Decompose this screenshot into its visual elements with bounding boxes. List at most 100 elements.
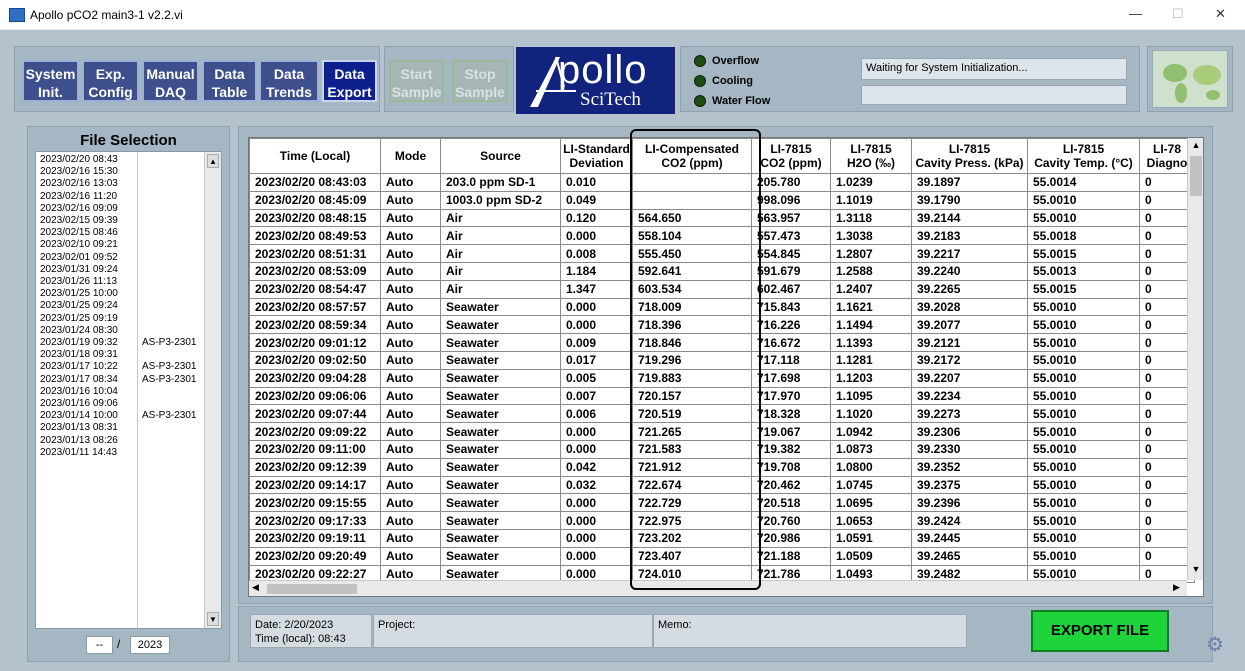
manual-daq-button[interactable]: Manual DAQ <box>142 60 199 102</box>
table-cell: 55.0010 <box>1027 546 1140 566</box>
memo-label: Memo: <box>658 619 692 631</box>
table-cell: 0.049 <box>560 190 633 210</box>
file-list-item[interactable]: 2023/01/25 09:24 <box>40 300 118 311</box>
scroll-down-icon[interactable]: ▼ <box>207 612 219 626</box>
gear-icon[interactable]: ⚙ <box>1206 632 1224 657</box>
apollo-logo: pollo SciTech <box>516 47 675 114</box>
maximize-button[interactable]: ☐ <box>1172 6 1184 22</box>
file-list-item[interactable]: 2023/01/25 10:00 <box>40 288 118 299</box>
file-list-item[interactable]: 2023/02/16 15:30 <box>40 166 118 177</box>
table-row[interactable]: 2023/02/20 09:17:33 Auto Seawater 0.000 722.… <box>249 511 1195 530</box>
table-cell: 39.2234 <box>911 386 1028 406</box>
table-row[interactable]: 2023/02/20 09:06:06 Auto Seawater 0.007 720.… <box>249 386 1195 406</box>
table-cell: 1.0695 <box>830 493 912 513</box>
table-row[interactable]: 2023/02/20 09:19:11 Auto Seawater 0.000 723.… <box>249 528 1195 548</box>
table-cell: 39.1790 <box>911 190 1028 210</box>
data-trends-button[interactable]: Data Trends <box>259 60 319 102</box>
file-list-item[interactable]: 2023/02/01 09:52 <box>40 252 118 263</box>
file-list-item[interactable]: 2023/02/20 08:43 <box>40 154 118 165</box>
table-row[interactable]: 2023/02/20 08:57:57 Auto Seawater 0.000 718.… <box>249 297 1195 317</box>
file-list-item[interactable]: 2023/01/17 10:22 <box>40 361 118 372</box>
table-scroll-right-icon[interactable]: ▶ <box>1173 582 1180 593</box>
table-row[interactable]: 2023/02/20 09:01:12 Auto Seawater 0.009 718.… <box>249 333 1195 352</box>
table-cell: Auto <box>380 511 441 530</box>
file-list-item[interactable]: 2023/01/13 08:31 <box>40 422 118 433</box>
table-cell: 721.188 <box>751 546 831 566</box>
data-export-button[interactable]: Data Export <box>322 60 377 102</box>
table-cell: 2023/02/20 09:02:50 <box>249 350 381 370</box>
table-row[interactable]: 2023/02/20 09:20:49 Auto Seawater 0.000 723.… <box>249 546 1195 566</box>
table-cell: 1.0745 <box>830 475 912 495</box>
file-list-item[interactable]: 2023/01/16 10:04 <box>40 386 118 397</box>
table-row[interactable]: 2023/02/20 08:48:15 Auto Air 0.120 564.650 56… <box>249 208 1195 228</box>
table-cell: 55.0010 <box>1027 475 1140 495</box>
table-row[interactable]: 2023/02/20 09:11:00 Auto Seawater 0.000 721.… <box>249 439 1195 459</box>
file-list[interactable]: 2023/02/20 08:43 2023/02/16 15:30 2023/02/… <box>35 151 222 629</box>
file-selection-title: File Selection <box>80 132 177 149</box>
table-row[interactable]: 2023/02/20 08:43:03 Auto 203.0 ppm SD-1 0.0… <box>249 173 1195 192</box>
table-vscroll-thumb[interactable] <box>1190 156 1202 196</box>
table-scroll-down-icon[interactable]: ▼ <box>1190 564 1202 578</box>
table-cell: Seawater <box>440 350 561 370</box>
minimize-button[interactable]: — <box>1129 6 1142 21</box>
file-list-item[interactable]: 2023/01/18 09:31 <box>40 349 118 360</box>
table-cell: 2023/02/20 09:19:11 <box>249 528 381 548</box>
table-scroll-left-icon[interactable]: ◀ <box>252 582 259 593</box>
project-box[interactable]: Project: <box>373 614 653 648</box>
table-hscroll-thumb[interactable] <box>267 584 357 594</box>
file-list-item[interactable]: 2023/01/17 08:34 <box>40 374 118 385</box>
scroll-up-icon[interactable]: ▲ <box>207 154 219 168</box>
memo-box[interactable]: Memo: <box>653 614 967 648</box>
table-row[interactable]: 2023/02/20 09:15:55 Auto Seawater 0.000 722.… <box>249 493 1195 513</box>
table-hscrollbar[interactable]: ◀ ▶ <box>249 580 1187 596</box>
table-row[interactable]: 2023/02/20 08:59:34 Auto Seawater 0.000 718.… <box>249 315 1195 335</box>
file-list-item[interactable]: 2023/02/15 08:46 <box>40 227 118 238</box>
column-header: LI-Standard Deviation <box>560 138 633 174</box>
table-row[interactable]: 2023/02/20 09:07:44 Auto Seawater 0.006 720.… <box>249 404 1195 424</box>
file-list-item[interactable]: 2023/01/14 10:00 <box>40 410 118 421</box>
month-input[interactable]: -- <box>86 636 113 654</box>
file-list-item[interactable]: 2023/01/11 14:43 <box>40 447 117 458</box>
file-list-item-tag: AS-P3-2301 <box>142 337 197 348</box>
file-list-item[interactable]: 2023/01/26 11:13 <box>40 276 117 287</box>
globe-icon <box>1152 50 1228 108</box>
table-row[interactable]: 2023/02/20 08:45:09 Auto 1003.0 ppm SD-2 0.… <box>249 190 1195 210</box>
close-button[interactable]: ✕ <box>1215 6 1226 22</box>
exp-config-button[interactable]: Exp. Config <box>82 60 139 102</box>
table-row[interactable]: 2023/02/20 08:51:31 Auto Air 0.008 555.450 55… <box>249 244 1195 263</box>
table-row[interactable]: 2023/02/20 09:14:17 Auto Seawater 0.032 722.… <box>249 475 1195 495</box>
table-vscrollbar[interactable]: ▲ ▼ <box>1187 138 1203 580</box>
table-row[interactable]: 2023/02/20 09:04:28 Auto Seawater 0.005 719.… <box>249 368 1195 388</box>
table-cell: 1.1020 <box>830 404 912 424</box>
file-list-item[interactable]: 2023/02/16 11:20 <box>40 191 117 202</box>
table-cell: 2023/02/20 09:11:00 <box>249 439 381 459</box>
file-list-item[interactable]: 2023/02/10 09:21 <box>40 239 118 250</box>
table-cell: Seawater <box>440 368 561 388</box>
export-file-button[interactable]: EXPORT FILE <box>1031 610 1169 652</box>
file-list-item[interactable]: 2023/01/31 09:24 <box>40 264 118 275</box>
table-row[interactable]: 2023/02/20 08:54:47 Auto Air 1.347 603.534 60… <box>249 279 1195 299</box>
start-sample-button[interactable]: Start Sample <box>389 60 444 102</box>
file-list-item[interactable]: 2023/02/16 09:09 <box>40 203 118 214</box>
file-list-item[interactable]: 2023/01/25 09:19 <box>40 313 118 324</box>
status-message: Waiting for System Initialization... <box>861 58 1127 80</box>
data-table[interactable]: Time (Local) Mode Source LI-Standard Deviati… <box>248 137 1204 597</box>
table-row[interactable]: 2023/02/20 09:09:22 Auto Seawater 0.000 721.… <box>249 422 1195 441</box>
file-list-scrollbar[interactable]: ▲ ▼ <box>204 152 221 628</box>
table-row[interactable]: 2023/02/20 09:12:39 Auto Seawater 0.042 721.… <box>249 457 1195 477</box>
file-list-item[interactable]: 2023/01/19 09:32 <box>40 337 118 348</box>
table-cell: 721.912 <box>632 457 752 477</box>
system-init-button[interactable]: System Init. <box>22 60 79 102</box>
year-input[interactable]: 2023 <box>130 636 170 654</box>
table-row[interactable]: 2023/02/20 09:02:50 Auto Seawater 0.017 719.… <box>249 350 1195 370</box>
data-table-button[interactable]: Data Table <box>202 60 257 102</box>
table-row[interactable]: 2023/02/20 08:53:09 Auto Air 1.184 592.641 59… <box>249 261 1195 281</box>
file-list-item[interactable]: 2023/01/24 08:30 <box>40 325 118 336</box>
table-row[interactable]: 2023/02/20 08:49:53 Auto Air 0.000 558.104 55… <box>249 226 1195 246</box>
file-list-item[interactable]: 2023/02/15 09:39 <box>40 215 118 226</box>
file-list-item[interactable]: 2023/02/16 13:03 <box>40 178 118 189</box>
table-scroll-up-icon[interactable]: ▲ <box>1190 140 1202 154</box>
file-list-item[interactable]: 2023/01/16 09:06 <box>40 398 118 409</box>
stop-sample-button[interactable]: Stop Sample <box>452 60 508 102</box>
file-list-item[interactable]: 2023/01/13 08:26 <box>40 435 118 446</box>
